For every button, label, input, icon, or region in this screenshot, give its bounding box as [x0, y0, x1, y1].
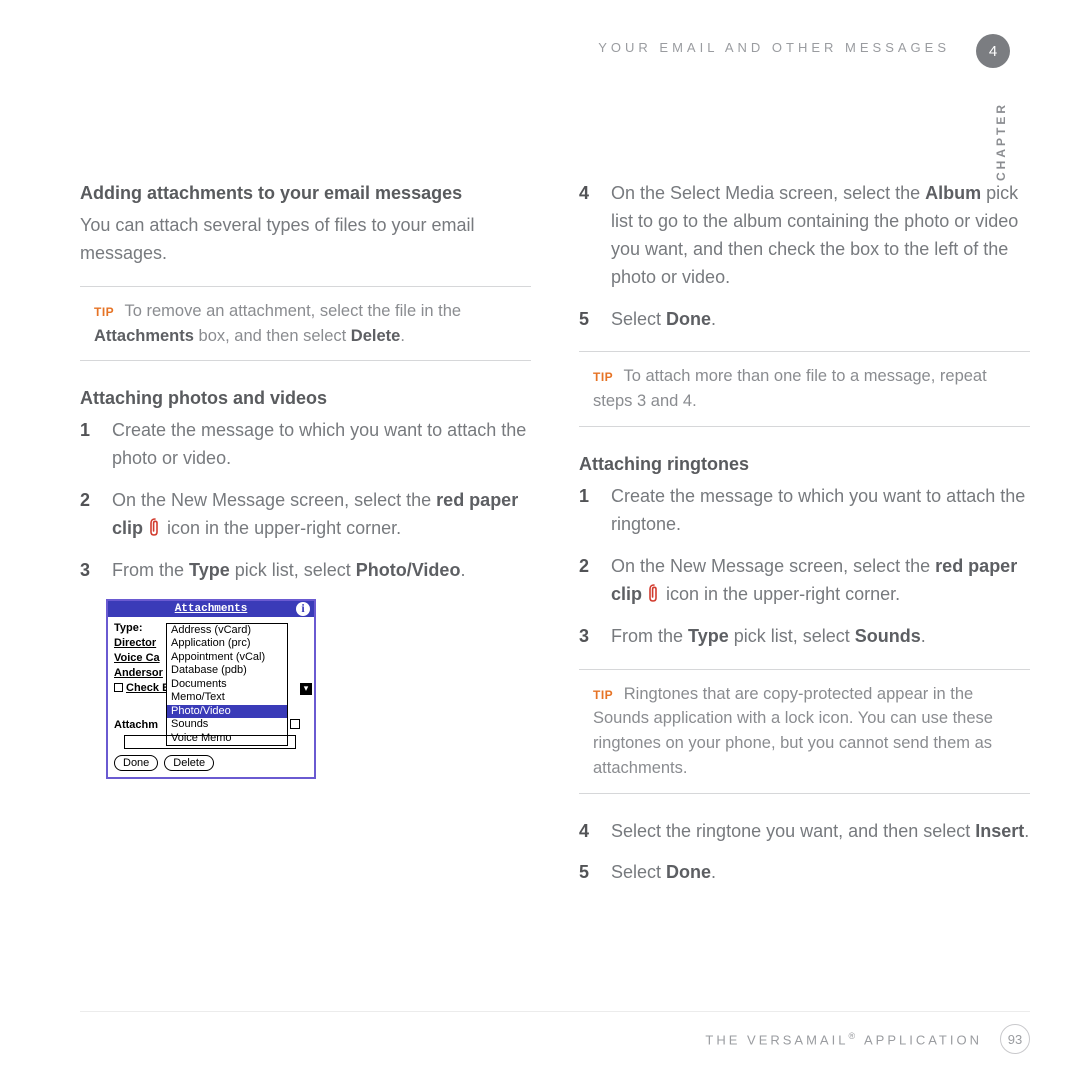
tip-bold: Attachments — [94, 327, 194, 345]
left-column: Adding attachments to your email message… — [80, 180, 531, 901]
tip-text: To attach more than one file to a messag… — [593, 367, 987, 410]
section-heading: Adding attachments to your email message… — [80, 180, 531, 206]
right-column: 4 On the Select Media screen, select the… — [579, 180, 1030, 901]
registered-icon: ® — [848, 1031, 858, 1041]
tip-text: box, and then select — [194, 327, 351, 345]
chapter-number-badge: 4 — [976, 34, 1010, 68]
attach-label: Attachm — [114, 719, 158, 731]
list-item: Address (vCard) — [167, 624, 287, 638]
type-picklist: Address (vCard) Application (prc) Appoin… — [166, 623, 288, 747]
step-number: 4 — [579, 180, 597, 292]
step-number: 1 — [80, 417, 98, 473]
tip-box: TIP Ringtones that are copy-protected ap… — [579, 669, 1030, 794]
step-number: 4 — [579, 818, 597, 846]
step-text: Select the ringtone you want, and then s… — [611, 818, 1029, 846]
tip-bold: Delete — [351, 327, 401, 345]
step-text: On the New Message screen, select the re… — [611, 553, 1030, 609]
list-item: Appointment (vCal) — [167, 651, 287, 665]
list-item: Application (prc) — [167, 637, 287, 651]
step-number: 1 — [579, 483, 597, 539]
scroll-down-icon: ▾ — [300, 683, 312, 695]
tip-box: TIP To remove an attachment, select the … — [80, 286, 531, 362]
tip-text: Ringtones that are copy-protected appear… — [593, 685, 993, 777]
section-heading: Attaching ringtones — [579, 451, 1030, 477]
footer: THE VERSAMAIL® APPLICATION 93 — [80, 1011, 1030, 1054]
chapter-label: CHAPTER — [994, 102, 1008, 181]
paperclip-icon — [647, 583, 661, 603]
list-item: Memo/Text — [167, 691, 287, 705]
list-item: Sounds — [167, 718, 287, 732]
attachments-title: Attachments i — [108, 601, 314, 617]
step-number: 2 — [80, 487, 98, 543]
tip-text: To remove an attachment, select the file… — [124, 302, 461, 320]
step-number: 5 — [579, 306, 597, 334]
step-text: On the Select Media screen, select the A… — [611, 180, 1030, 292]
step-text: Select Done. — [611, 306, 716, 334]
step-number: 2 — [579, 553, 597, 609]
section-heading: Attaching photos and videos — [80, 385, 531, 411]
tip-text: . — [400, 327, 405, 345]
paperclip-icon — [148, 517, 162, 537]
footer-app-name: THE VERSAMAIL® APPLICATION — [705, 1031, 982, 1047]
step-number: 3 — [80, 557, 98, 585]
tip-label: TIP — [94, 305, 114, 319]
info-icon: i — [296, 602, 310, 616]
delete-button: Delete — [164, 755, 214, 771]
picklist-outline — [290, 719, 300, 729]
step-text: From the Type pick list, select Sounds. — [611, 623, 926, 651]
checkbox-icon — [114, 683, 123, 692]
attachments-screenshot: Attachments i Type: Director Voice Ca An… — [106, 599, 316, 779]
list-item-selected: Photo/Video — [167, 705, 287, 719]
tip-label: TIP — [593, 688, 613, 702]
step-text: Create the message to which you want to … — [611, 483, 1030, 539]
step-number: 3 — [579, 623, 597, 651]
done-button: Done — [114, 755, 158, 771]
step-text: Select Done. — [611, 859, 716, 887]
step-text: On the New Message screen, select the re… — [112, 487, 531, 543]
step-text: From the Type pick list, select Photo/Vi… — [112, 557, 465, 585]
empty-field — [124, 735, 296, 749]
step-number: 5 — [579, 859, 597, 887]
list-item: Database (pdb) — [167, 664, 287, 678]
step-text: Create the message to which you want to … — [112, 417, 531, 473]
list-item: Documents — [167, 678, 287, 692]
body-text: You can attach several types of files to… — [80, 212, 531, 268]
running-head: YOUR EMAIL AND OTHER MESSAGES — [598, 40, 950, 55]
tip-label: TIP — [593, 370, 613, 384]
tip-box: TIP To attach more than one file to a me… — [579, 351, 1030, 427]
page-number: 93 — [1000, 1024, 1030, 1054]
